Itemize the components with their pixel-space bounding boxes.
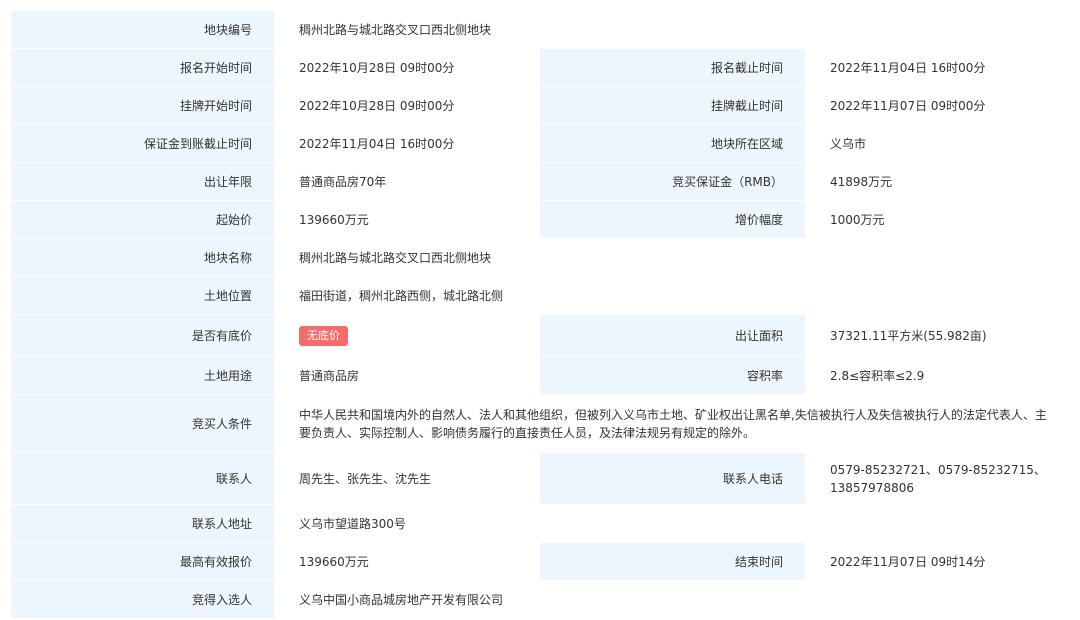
parcel-name-label: 地块名称 (10, 238, 275, 277)
land-use-value: 普通商品房 (274, 356, 540, 395)
contact-address-label: 联系人地址 (10, 504, 275, 543)
deposit-deadline-value: 2022年11月04日 16时00分 (274, 124, 540, 163)
starting-price-value: 139660万元 (274, 200, 540, 239)
table-row: 联系人 周先生、张先生、沈先生 联系人电话 0579-85232721、0579… (10, 452, 1072, 505)
plot-ratio-label: 容积率 (539, 356, 806, 395)
parcel-code-value: 稠州北路与城北路交叉口西北侧地块 (274, 10, 1072, 49)
parcel-code-label: 地块编号 (10, 10, 275, 49)
registration-end-label: 报名截止时间 (539, 48, 806, 87)
contact-value: 周先生、张先生、沈先生 (274, 452, 540, 505)
bid-deposit-value: 41898万元 (805, 162, 1072, 201)
deposit-deadline-label: 保证金到账截止时间 (10, 124, 275, 163)
region-value: 义乌市 (805, 124, 1072, 163)
term-label: 出让年限 (10, 162, 275, 201)
table-row: 地块编号 稠州北路与城北路交叉口西北侧地块 (10, 10, 1072, 49)
highest-bid-value: 139660万元 (274, 542, 540, 581)
winner-label: 竞得入选人 (10, 580, 275, 619)
area-label: 出让面积 (539, 314, 806, 357)
starting-price-label: 起始价 (10, 200, 275, 239)
table-row: 起始价 139660万元 增价幅度 1000万元 (10, 200, 1072, 239)
end-time-label: 结束时间 (539, 542, 806, 581)
land-use-label: 土地用途 (10, 356, 275, 395)
end-time-value: 2022年11月07日 09时14分 (805, 542, 1072, 581)
table-row: 出让年限 普通商品房70年 竞买保证金（RMB） 41898万元 (10, 162, 1072, 201)
increment-label: 增价幅度 (539, 200, 806, 239)
table-row: 土地用途 普通商品房 容积率 2.8≤容积率≤2.9 (10, 356, 1072, 395)
table-row: 联系人地址 义乌市望道路300号 (10, 504, 1072, 543)
winner-value: 义乌中国小商品城房地产开发有限公司 (274, 580, 1072, 619)
listing-end-label: 挂牌截止时间 (539, 86, 806, 125)
table-row: 土地位置 福田街道，稠州北路西侧，城北路北侧 (10, 276, 1072, 315)
parcel-name-value: 稠州北路与城北路交叉口西北侧地块 (274, 238, 1072, 277)
bidder-conditions-value: 中华人民共和国境内外的自然人、法人和其他组织，但被列入义乌市土地、矿业权出让黑名… (274, 394, 1072, 453)
table-row: 保证金到账截止时间 2022年11月04日 16时00分 地块所在区域 义乌市 (10, 124, 1072, 163)
bid-deposit-label: 竞买保证金（RMB） (539, 162, 806, 201)
contact-label: 联系人 (10, 452, 275, 505)
contact-phone-label: 联系人电话 (539, 452, 806, 505)
listing-start-label: 挂牌开始时间 (10, 86, 275, 125)
region-label: 地块所在区域 (539, 124, 806, 163)
contact-address-value: 义乌市望道路300号 (274, 504, 1072, 543)
area-value: 37321.11平方米(55.982亩) (805, 314, 1072, 357)
table-row: 竞得入选人 义乌中国小商品城房地产开发有限公司 (10, 580, 1072, 619)
highest-bid-label: 最高有效报价 (10, 542, 275, 581)
bidder-conditions-label: 竞买人条件 (10, 394, 275, 453)
registration-start-label: 报名开始时间 (10, 48, 275, 87)
info-table: 地块编号 稠州北路与城北路交叉口西北侧地块 报名开始时间 2022年10月28日… (10, 10, 1072, 619)
land-location-value: 福田街道，稠州北路西侧，城北路北侧 (274, 276, 1072, 315)
contact-phone-value: 0579-85232721、0579-85232715、13857978806 (805, 452, 1072, 505)
plot-ratio-value: 2.8≤容积率≤2.9 (805, 356, 1072, 395)
reserve-price-cell: 无底价 (274, 314, 540, 357)
reserve-price-label: 是否有底价 (10, 314, 275, 357)
term-value: 普通商品房70年 (274, 162, 540, 201)
increment-value: 1000万元 (805, 200, 1072, 239)
land-location-label: 土地位置 (10, 276, 275, 315)
table-row: 最高有效报价 139660万元 结束时间 2022年11月07日 09时14分 (10, 542, 1072, 581)
no-reserve-badge: 无底价 (299, 325, 348, 346)
listing-end-value: 2022年11月07日 09时00分 (805, 86, 1072, 125)
table-row: 是否有底价 无底价 出让面积 37321.11平方米(55.982亩) (10, 314, 1072, 357)
listing-start-value: 2022年10月28日 09时00分 (274, 86, 540, 125)
table-row: 地块名称 稠州北路与城北路交叉口西北侧地块 (10, 238, 1072, 277)
table-row: 竞买人条件 中华人民共和国境内外的自然人、法人和其他组织，但被列入义乌市土地、矿… (10, 394, 1072, 453)
registration-end-value: 2022年11月04日 16时00分 (805, 48, 1072, 87)
table-row: 报名开始时间 2022年10月28日 09时00分 报名截止时间 2022年11… (10, 48, 1072, 87)
land-auction-detail: 地块编号 稠州北路与城北路交叉口西北侧地块 报名开始时间 2022年10月28日… (10, 10, 1072, 619)
registration-start-value: 2022年10月28日 09时00分 (274, 48, 540, 87)
table-row: 挂牌开始时间 2022年10月28日 09时00分 挂牌截止时间 2022年11… (10, 86, 1072, 125)
